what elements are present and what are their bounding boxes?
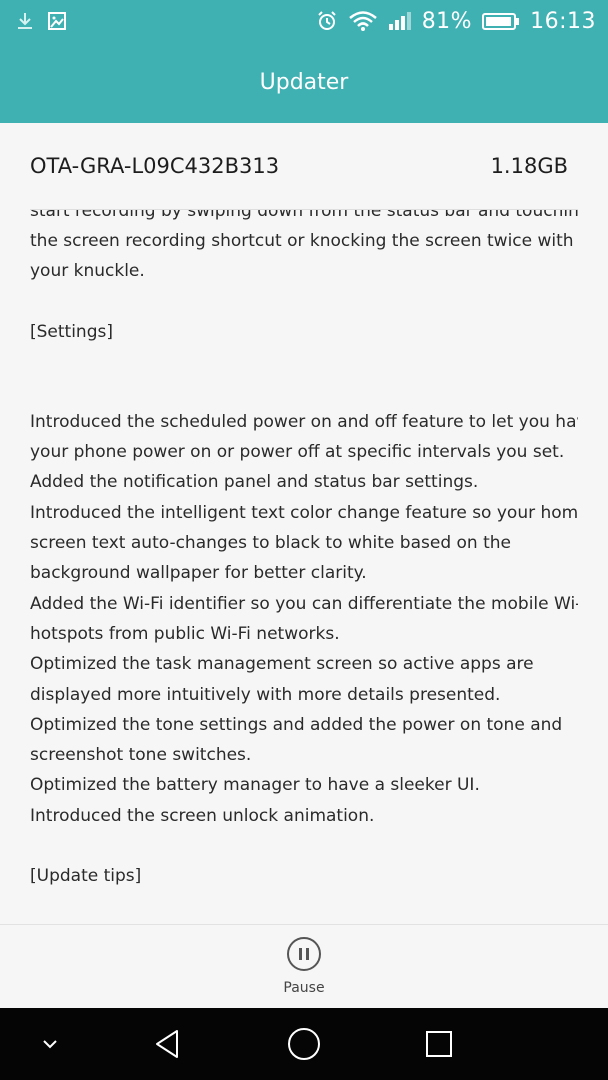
chevron-down-icon xyxy=(43,1040,57,1049)
notes-line: screen text auto-changes to black to whi… xyxy=(30,533,511,554)
notes-line: the screen recording shortcut or knockin… xyxy=(30,231,574,251)
signal-icon xyxy=(388,12,411,30)
nav-back-button[interactable] xyxy=(138,1008,198,1080)
notes-line: background wallpaper for better clarity. xyxy=(30,563,367,584)
image-icon xyxy=(48,12,66,30)
page-title: Updater xyxy=(259,70,349,95)
pause-label[interactable]: Pause xyxy=(283,980,324,996)
bottom-action-bar: Pause xyxy=(0,924,608,1009)
status-bar: 81% 16:13 xyxy=(0,0,608,42)
wifi-icon xyxy=(348,11,377,31)
notes-line: Optimized the task management screen so … xyxy=(30,654,534,675)
notes-line: hotspots from public Wi-Fi networks. xyxy=(30,623,340,644)
battery-icon xyxy=(482,13,520,30)
nav-hide-button[interactable] xyxy=(20,1008,80,1080)
notes-line: your knuckle. xyxy=(30,261,145,282)
notes-line: Added the Wi-Fi identifier so you can di… xyxy=(30,593,578,614)
notes-line: your phone power on or power off at spec… xyxy=(30,442,565,463)
release-notes-content: start recording by swiping down from the… xyxy=(30,210,578,891)
status-bar-left xyxy=(14,10,78,32)
partial-line: start recording by swiping down from the… xyxy=(30,210,578,221)
pause-icon xyxy=(299,948,309,960)
alarm-icon xyxy=(317,11,336,30)
battery-percent: 81% xyxy=(421,8,473,34)
notes-line: Introduced the scheduled power on and of… xyxy=(30,411,578,432)
navigation-bar xyxy=(0,1008,608,1080)
settings-heading: [Settings] xyxy=(30,321,113,342)
notes-line: Introduced the screen unlock animation. xyxy=(30,805,375,826)
pause-button[interactable] xyxy=(287,937,321,971)
update-tips-heading: [Update tips] xyxy=(30,866,142,887)
nav-home-button[interactable] xyxy=(274,1008,334,1080)
back-icon xyxy=(156,1030,178,1058)
notes-line: Added the notification panel and status … xyxy=(30,472,479,493)
package-name: OTA-GRA-L09C432B313 xyxy=(30,154,280,178)
notes-line: Optimized the tone settings and added th… xyxy=(30,714,563,735)
release-notes-scroll[interactable]: start recording by swiping down from the… xyxy=(30,210,578,924)
package-size: 1.18GB xyxy=(490,154,568,178)
notes-line: displayed more intuitively with more det… xyxy=(30,684,501,705)
recents-icon xyxy=(426,1031,452,1057)
status-time: 16:13 xyxy=(530,8,596,34)
package-info-row: OTA-GRA-L09C432B313 1.18GB xyxy=(30,123,578,210)
notes-line: Introduced the intelligent text color ch… xyxy=(30,502,578,523)
status-bar-right: 81% 16:13 xyxy=(306,9,596,34)
notes-line: screenshot tone switches. xyxy=(30,745,252,766)
notes-line: Optimized the battery manager to have a … xyxy=(30,775,480,796)
download-icon xyxy=(18,13,32,29)
app-bar: Updater xyxy=(0,42,608,123)
home-icon xyxy=(288,1028,320,1060)
nav-recents-button[interactable] xyxy=(409,1008,469,1080)
